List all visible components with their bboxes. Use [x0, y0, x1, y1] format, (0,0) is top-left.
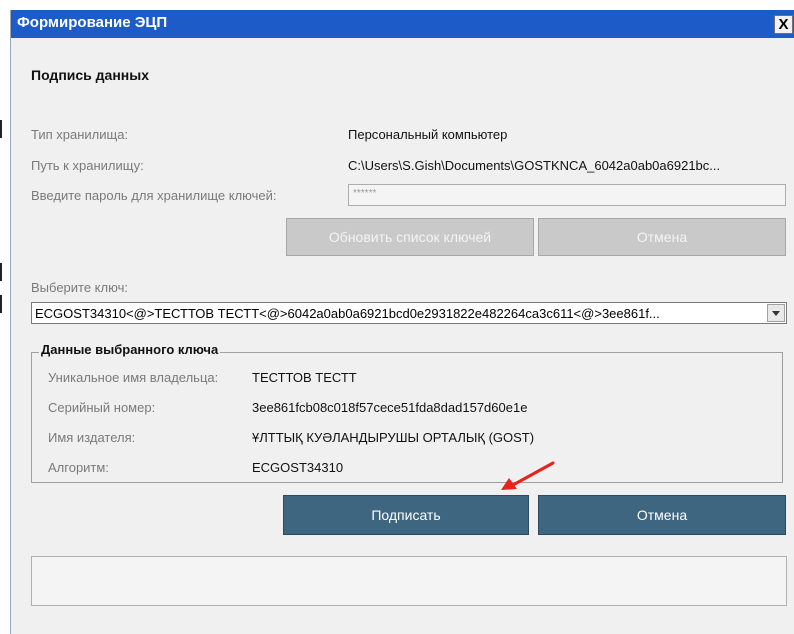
store-type-value: Персональный компьютер: [348, 127, 508, 142]
password-field[interactable]: ******: [348, 184, 786, 206]
owner-label: Уникальное имя владельца:: [48, 370, 219, 385]
red-arrow-icon: [501, 461, 555, 490]
algorithm-label: Алгоритм:: [48, 460, 109, 475]
issuer-label: Имя издателя:: [48, 430, 136, 445]
dropdown-button[interactable]: [767, 304, 785, 322]
cancel-top-button[interactable]: Отмена: [538, 218, 786, 256]
store-path-label: Путь к хранилищу:: [31, 158, 144, 173]
key-select-value: ECGOST34310<@>ТЕСТТОВ ТЕСТТ<@>6042a0ab0a…: [35, 306, 660, 321]
section-title: Подпись данных: [31, 67, 149, 83]
refresh-keys-button[interactable]: Обновить список ключей: [286, 218, 534, 256]
password-label: Введите пароль для хранилище ключей:: [31, 188, 277, 203]
owner-value: ТЕСТТОВ ТЕСТТ: [252, 370, 357, 385]
key-select[interactable]: ECGOST34310<@>ТЕСТТОВ ТЕСТТ<@>6042a0ab0a…: [31, 302, 787, 324]
title-bar: Формирование ЭЦП X: [11, 10, 794, 38]
cancel-bottom-button[interactable]: Отмена: [538, 495, 786, 535]
chevron-down-icon: [772, 310, 780, 316]
serial-value: 3ee861fcb08c018f57cece51fda8dad157d60e1e: [252, 400, 528, 415]
window-title: Формирование ЭЦП: [17, 14, 168, 31]
store-type-label: Тип хранилища:: [31, 127, 129, 142]
left-edge-mark: [0, 263, 2, 281]
key-info-legend: Данные выбранного ключа: [39, 342, 221, 357]
close-button[interactable]: X: [774, 15, 793, 34]
status-area: [31, 556, 787, 606]
algorithm-value: ECGOST34310: [252, 460, 344, 475]
key-select-label: Выберите ключ:: [31, 280, 128, 295]
issuer-value: ҰЛТТЫҚ КУӘЛАНДЫРУШЫ ОРТАЛЫҚ (GOST): [252, 430, 535, 445]
store-path-value: C:\Users\S.Gish\Documents\GOSTKNCA_6042a…: [348, 158, 721, 173]
left-edge-mark: [0, 120, 2, 138]
sign-button[interactable]: Подписать: [283, 495, 529, 535]
serial-label: Серийный номер:: [48, 400, 156, 415]
left-edge-mark: [0, 295, 2, 313]
sign-dialog-window: Формирование ЭЦП X Подпись данных Тип хр…: [10, 10, 794, 634]
close-icon: X: [778, 16, 789, 33]
